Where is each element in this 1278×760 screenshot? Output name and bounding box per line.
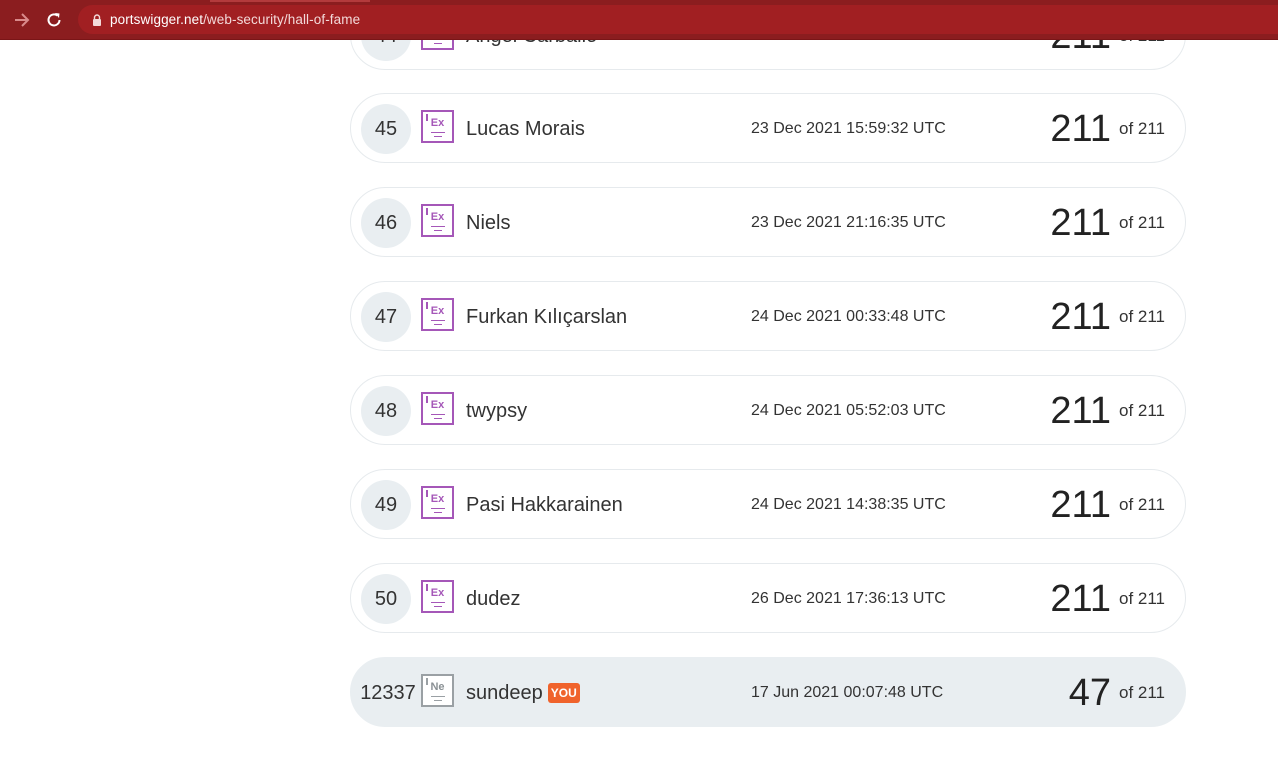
score-value: 211 (1050, 107, 1111, 150)
user-name: Furkan Kılıçarslan (466, 305, 628, 328)
user-name: Pasi Hakkarainen (466, 493, 623, 516)
completion-date: 26 Dec 2021 17:36:13 UTC (751, 590, 946, 607)
leaderboard-row: 49 Ex Pasi Hakkarainen 24 Dec 2021 14:38… (350, 469, 1186, 539)
score-value: 211 (1050, 201, 1111, 244)
url-host: portswigger.net (110, 12, 204, 27)
arrow-right-icon (15, 13, 30, 27)
expert-badge-icon: Ex (421, 486, 454, 519)
score-value: 211 (1050, 577, 1111, 620)
reload-button[interactable] (42, 8, 66, 32)
score-value: 211 (1050, 295, 1111, 338)
score-total: of 211 (1118, 119, 1165, 138)
completion-date: 23 Dec 2021 21:16:35 UTC (751, 214, 946, 231)
rank-number: 50 (361, 574, 411, 624)
score-total: of 211 (1118, 683, 1165, 702)
completion-date: 24 Dec 2021 00:33:48 UTC (751, 308, 946, 325)
forward-button[interactable] (10, 8, 34, 32)
expert-badge-icon: Ex (421, 204, 454, 237)
browser-toolbar: portswigger.net/web-security/hall-of-fam… (0, 0, 1278, 39)
user-name: sundeep YOU (466, 658, 580, 728)
you-badge: YOU (547, 683, 580, 703)
novice-badge-icon: Ne (421, 674, 454, 707)
expert-badge-icon: Ex (421, 298, 454, 331)
url-path: /web-security/hall-of-fame (203, 12, 361, 27)
rank-number: 46 (361, 198, 411, 248)
expert-badge-icon: Ex (421, 110, 454, 143)
rank-number: 12337 (360, 681, 416, 704)
score-value: 47 (1068, 671, 1111, 714)
rank-number: 49 (361, 480, 411, 530)
rank-number: 47 (361, 292, 411, 342)
active-tab-indicator (210, 0, 370, 2)
completion-date: 23 Dec 2021 15:59:32 UTC (751, 120, 946, 137)
leaderboard-row: 50 Ex dudez 26 Dec 2021 17:36:13 UTC 211… (350, 563, 1186, 633)
score: 211 of 211 (1050, 376, 1165, 446)
score: 47 of 211 (1069, 658, 1165, 728)
leaderboard-row: 48 Ex twypsy 24 Dec 2021 05:52:03 UTC 21… (350, 375, 1186, 445)
score: 211 of 211 (1050, 188, 1165, 258)
score-total: of 211 (1118, 213, 1165, 232)
score-total: of 211 (1118, 401, 1165, 420)
score-total: of 211 (1118, 589, 1165, 608)
rank-number: 48 (361, 386, 411, 436)
current-user-row: 12337 Ne sundeep YOU 17 Jun 2021 00:07:4… (350, 657, 1186, 727)
score-value: 211 (1050, 389, 1111, 432)
score-total: of 211 (1118, 495, 1165, 514)
score: 211 of 211 (1050, 470, 1165, 540)
leaderboard-row: 47 Ex Furkan Kılıçarslan 24 Dec 2021 00:… (350, 281, 1186, 351)
completion-date: 24 Dec 2021 14:38:35 UTC (751, 496, 946, 513)
url-text: portswigger.net/web-security/hall-of-fam… (110, 12, 360, 27)
leaderboard-row: 46 Ex Niels 23 Dec 2021 21:16:35 UTC 211… (350, 187, 1186, 257)
completion-date: 17 Jun 2021 00:07:48 UTC (751, 684, 944, 701)
expert-badge-icon: Ex (421, 580, 454, 613)
rank-number: 45 (361, 104, 411, 154)
address-bar[interactable]: portswigger.net/web-security/hall-of-fam… (78, 5, 1278, 34)
score: 211 of 211 (1050, 94, 1165, 164)
completion-date: 24 Dec 2021 05:52:03 UTC (751, 402, 946, 419)
user-name: Niels (466, 211, 511, 234)
score: 211 of 211 (1050, 282, 1165, 352)
user-name: twypsy (466, 399, 528, 422)
user-name: Lucas Morais (466, 117, 585, 140)
score-value: 211 (1050, 483, 1111, 526)
reload-icon (47, 13, 61, 27)
score: 211 of 211 (1050, 564, 1165, 634)
leaderboard-row: 45 Ex Lucas Morais 23 Dec 2021 15:59:32 … (350, 93, 1186, 163)
score-total: of 211 (1118, 307, 1165, 326)
lock-icon (90, 12, 104, 28)
expert-badge-icon: Ex (421, 392, 454, 425)
user-name: dudez (466, 587, 521, 610)
